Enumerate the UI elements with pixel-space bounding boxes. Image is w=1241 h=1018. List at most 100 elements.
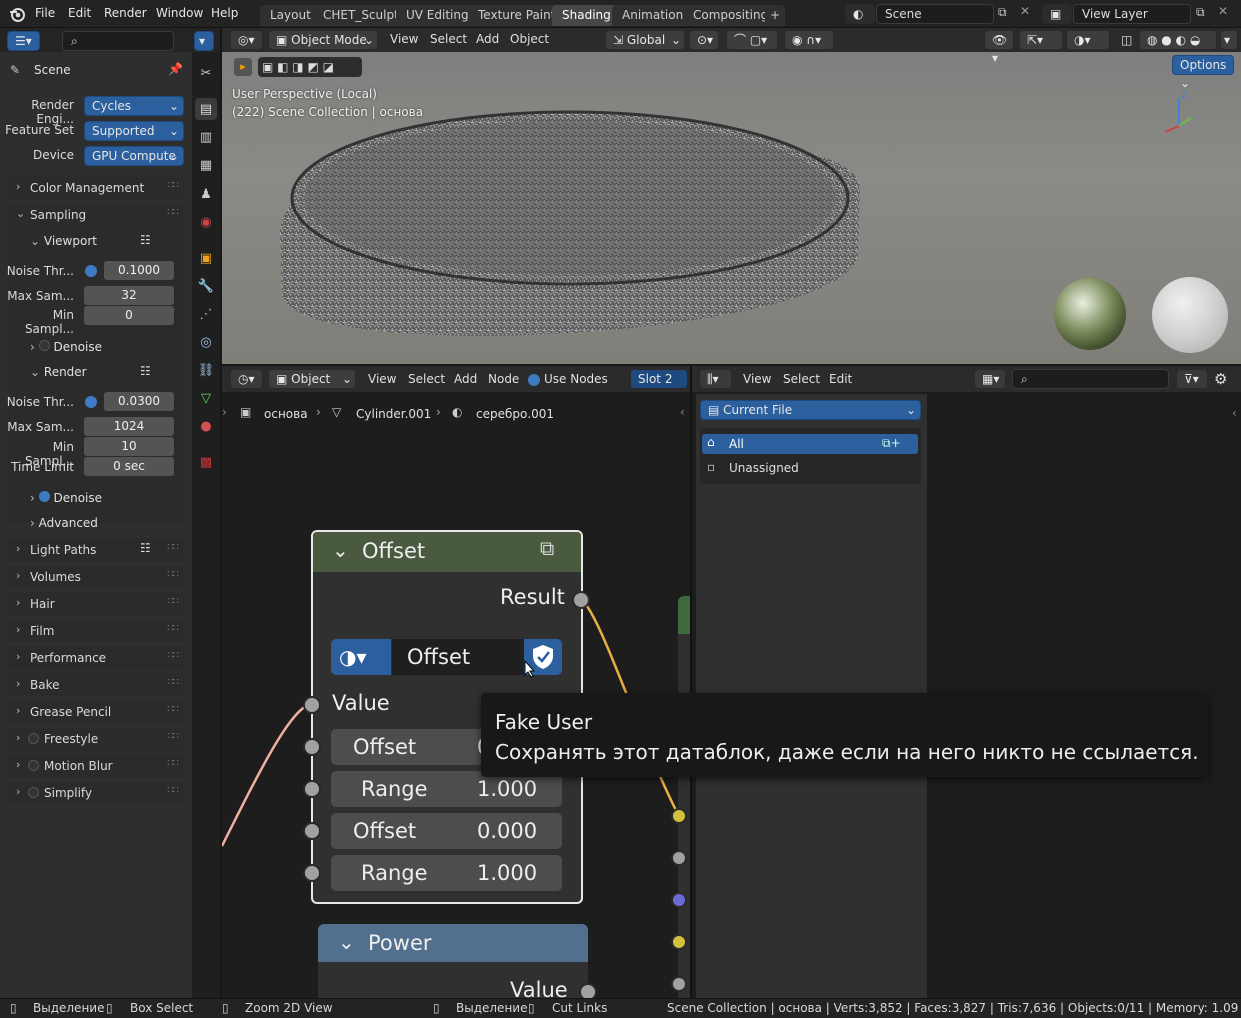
tab-animation[interactable]: Animation <box>612 5 694 26</box>
drag-grip-icon[interactable]: ∷∷ <box>167 758 179 769</box>
pivot-icon[interactable]: ⊙▾ <box>689 30 719 50</box>
device-dropdown[interactable]: GPU Compute ⌄ <box>84 146 184 166</box>
input-socket[interactable] <box>671 850 687 866</box>
node-group-name-field[interactable]: Offset <box>392 639 524 675</box>
vp-noise-field[interactable]: 0.1000 <box>104 261 174 280</box>
scene-selector-icon[interactable]: ◐ <box>845 4 875 24</box>
new-catalog-icon[interactable]: ⧉+ <box>882 436 901 451</box>
axis-gizmo[interactable]: Z <box>1157 88 1207 138</box>
list-icon[interactable]: ☷ <box>140 364 151 378</box>
feature-set-dropdown[interactable]: Supported ⌄ <box>84 121 184 141</box>
r-noise-checkbox[interactable] <box>85 396 97 408</box>
node-group-icon[interactable]: ⧉ <box>540 536 554 560</box>
input-socket[interactable] <box>671 934 687 950</box>
tab-shading[interactable]: Shading <box>552 5 621 26</box>
xray-icon[interactable]: ◫ <box>1113 30 1135 50</box>
drag-grip-icon[interactable]: ∷∷ <box>167 785 179 796</box>
vp-noise-checkbox[interactable] <box>85 265 97 277</box>
input-socket[interactable] <box>671 808 687 824</box>
freestyle-checkbox[interactable] <box>28 733 39 744</box>
object-mode-dropdown[interactable]: ▣ Object Mode ⌄ <box>268 30 378 50</box>
viewport-3d[interactable]: ◎▾ ▣ Object Mode ⌄ View Select Add Objec… <box>222 28 1241 364</box>
subpanel-advanced[interactable]: › Advanced <box>30 516 98 530</box>
proportional-edit-icon[interactable]: ◉ ∩▾ <box>784 30 834 50</box>
filter-icon[interactable]: ⊽▾ <box>1176 369 1208 389</box>
editor-type-icon[interactable]: ☰▾ <box>7 31 40 51</box>
power-output-socket[interactable] <box>579 983 597 998</box>
drag-grip-icon[interactable]: ∷∷ <box>167 677 179 688</box>
menu-help[interactable]: Help <box>211 6 238 20</box>
dish-object[interactable] <box>270 88 870 358</box>
drag-grip-icon[interactable]: ∷∷ <box>167 180 179 191</box>
view-layer-field[interactable]: View Layer <box>1073 4 1191 24</box>
vp-min-field[interactable]: 0 <box>84 306 174 325</box>
result-output-socket[interactable] <box>572 591 590 609</box>
tab-texture-paint[interactable]: Texture Paint <box>468 5 566 26</box>
new-view-layer-icon[interactable]: ⧉ <box>1196 5 1205 20</box>
drag-grip-icon[interactable]: ∷∷ <box>167 704 179 715</box>
options-dropdown[interactable]: Options ⌄ <box>1172 55 1234 90</box>
subpanel-viewport[interactable]: ⌄ Viewport <box>30 234 97 248</box>
select-tool-icon[interactable]: ▸ <box>234 58 252 76</box>
selection-mode-icons[interactable]: ▣ ◧ ◨ ◩ ◪ <box>258 57 362 77</box>
node-editor[interactable]: ◷▾ ▣ Object ⌄ View Select Add Node Use N… <box>222 366 690 998</box>
offset-field-2[interactable]: Offset 0.000 <box>331 813 562 849</box>
input-socket[interactable] <box>303 864 321 882</box>
asset-menu-edit[interactable]: Edit <box>829 372 852 386</box>
snap-icon[interactable]: ⌒ ▢▾ <box>726 30 778 50</box>
asset-library-dropdown[interactable]: ▤ Current File ⌄ <box>700 400 921 420</box>
subpanel-render[interactable]: ⌄ Render <box>30 365 87 379</box>
add-workspace-button[interactable]: + <box>765 5 786 26</box>
menu-window[interactable]: Window <box>156 6 203 20</box>
chevron-down-icon[interactable]: ⌄ <box>338 930 355 954</box>
tab-uv-editing[interactable]: UV Editing <box>396 5 479 26</box>
drag-grip-icon[interactable]: ∷∷ <box>167 650 179 661</box>
display-mode-icon[interactable]: ▦▾ <box>974 369 1006 389</box>
new-scene-icon[interactable]: ⧉ <box>998 5 1007 20</box>
physics-tab-icon[interactable]: ◎ <box>195 331 217 353</box>
drag-grip-icon[interactable]: ∷∷ <box>167 569 179 580</box>
properties-search-input[interactable]: ⌕ <box>62 31 174 51</box>
drag-grip-icon[interactable]: ∷∷ <box>167 731 179 742</box>
drag-grip-icon[interactable]: ∷∷ <box>167 623 179 634</box>
panel-simplify[interactable]: › Simplify ∷∷ <box>8 781 184 805</box>
shading-options-icon[interactable]: ▾ <box>1220 30 1238 50</box>
r-max-field[interactable]: 1024 <box>84 417 174 436</box>
shading-mode-icons[interactable]: ◍ ● ◐ ◒ <box>1139 30 1217 50</box>
modifier-tab-icon[interactable]: 🔧 <box>195 275 217 297</box>
panel-hair[interactable]: › Hair ∷∷ <box>8 592 184 616</box>
orientation-dropdown[interactable]: ⇲ Global ⌄ <box>605 30 685 50</box>
subpanel-denoise-render[interactable]: › Denoise <box>30 491 102 505</box>
gear-icon[interactable]: ⚙ <box>1214 370 1227 388</box>
visibility-icon[interactable]: 👁▾ <box>984 30 1014 65</box>
pin-icon[interactable]: 📌 <box>168 62 183 76</box>
viewport-menu-select[interactable]: Select <box>430 32 467 46</box>
render-tab-icon[interactable]: ▤ <box>195 98 217 120</box>
catalog-all[interactable]: ⌂ All ⧉+ <box>702 434 918 454</box>
menu-render[interactable]: Render <box>104 6 147 20</box>
editor-type-icon[interactable]: ◎▾ <box>230 30 263 50</box>
overlay-icon[interactable]: ◑▾ <box>1066 30 1110 50</box>
view-layer-tab-icon[interactable]: ▦ <box>195 154 217 176</box>
input-socket[interactable] <box>671 976 687 992</box>
value-input-socket[interactable] <box>303 696 321 714</box>
render-engine-dropdown[interactable]: Cycles ⌄ <box>84 96 184 116</box>
input-socket[interactable] <box>303 822 321 840</box>
scene-name-field[interactable]: Scene <box>876 4 994 24</box>
simplify-checkbox[interactable] <box>28 787 39 798</box>
panel-performance[interactable]: › Performance ∷∷ <box>8 646 184 670</box>
viewport-menu-view[interactable]: View <box>390 32 418 46</box>
drag-grip-icon[interactable]: ∷∷ <box>167 596 179 607</box>
chevron-down-icon[interactable]: ⌄ <box>332 538 349 562</box>
denoise-checkbox[interactable] <box>38 340 50 351</box>
properties-options-icon[interactable]: ▾ <box>194 31 214 51</box>
power-node-header[interactable] <box>318 924 588 962</box>
panel-light-paths[interactable]: › Light Paths ☷ ∷∷ <box>8 538 184 562</box>
list-icon[interactable]: ☷ <box>140 233 151 247</box>
panel-volumes[interactable]: › Volumes ∷∷ <box>8 565 184 589</box>
range-field-2[interactable]: Range 1.000 <box>331 855 562 891</box>
asset-menu-view[interactable]: View <box>743 372 771 386</box>
output-tab-icon[interactable]: ▥ <box>195 126 217 148</box>
gizmo-icon[interactable]: ⇱▾ <box>1019 30 1063 50</box>
constraints-tab-icon[interactable]: ⛓ <box>195 359 217 381</box>
